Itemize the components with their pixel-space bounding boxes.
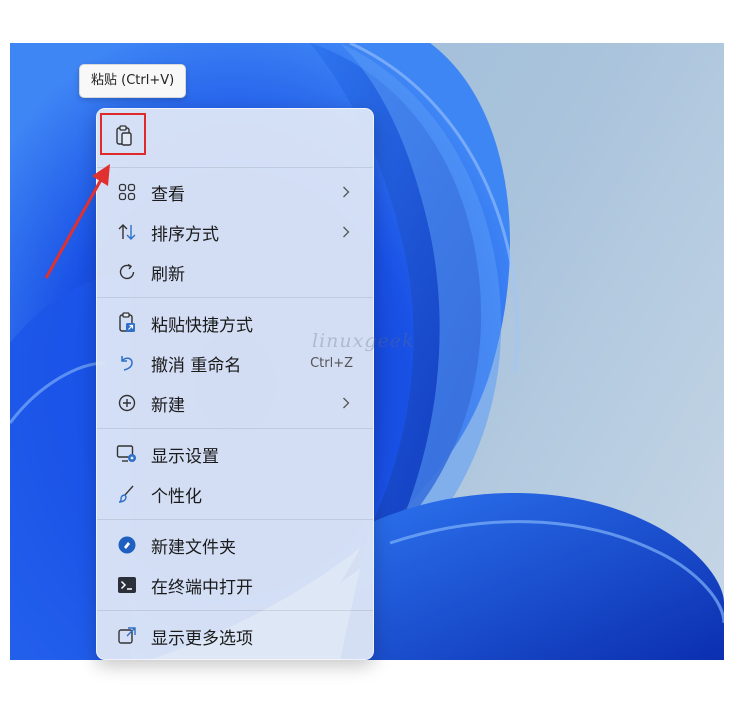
- menu-item-new-folder[interactable]: 新建文件夹: [103, 526, 367, 564]
- menu-item-label: 刷新: [151, 264, 185, 285]
- undo-icon: [121, 356, 133, 371]
- menu-item-view[interactable]: 查看: [103, 173, 367, 211]
- plus-circle-icon: [118, 394, 136, 412]
- brush-icon: [118, 485, 134, 503]
- menu-separator: [97, 167, 373, 168]
- menu-item-label: 在终端中打开: [151, 577, 253, 598]
- context-menu: 查看 排序方式 刷新 粘贴快捷方式 撤消 重命名 Ctrl+Z 新建 显示设置 …: [96, 108, 374, 660]
- grid-icon: [118, 183, 136, 201]
- menu-item-refresh[interactable]: 刷新: [103, 253, 367, 291]
- menu-separator: [97, 610, 373, 611]
- chevron-right-icon: [343, 186, 350, 198]
- sort-arrows-icon: [118, 224, 136, 240]
- paste-shortcut-icon: [119, 312, 135, 332]
- terminal-icon: [118, 577, 136, 593]
- menu-item-label: 撤消 重命名: [151, 355, 242, 376]
- menu-item-label: 排序方式: [151, 224, 219, 245]
- menu-separator: [97, 297, 373, 298]
- watermark-text: linuxgeek: [312, 330, 415, 352]
- new-folder-icon: [118, 536, 136, 554]
- menu-item-sort-by[interactable]: 排序方式: [103, 213, 367, 251]
- menu-item-label: 显示更多选项: [151, 628, 253, 649]
- menu-item-label: 查看: [151, 184, 185, 205]
- more-options-icon: [118, 627, 136, 644]
- menu-separator: [97, 519, 373, 520]
- menu-item-display-settings[interactable]: 显示设置: [103, 435, 367, 473]
- chevron-right-icon: [343, 397, 350, 409]
- menu-item-open-in-terminal[interactable]: 在终端中打开: [103, 566, 367, 604]
- paste-tooltip: 粘贴 (Ctrl+V): [79, 64, 187, 98]
- menu-item-label: 个性化: [151, 486, 202, 507]
- menu-item-label: 显示设置: [151, 446, 219, 467]
- refresh-icon: [119, 263, 135, 280]
- menu-separator: [97, 428, 373, 429]
- paste-quick-button[interactable]: [105, 117, 143, 155]
- quick-actions-bar: [97, 109, 373, 167]
- shortcut-text: Ctrl+Z: [310, 355, 353, 371]
- menu-item-label: 新建: [151, 395, 185, 416]
- menu-item-new[interactable]: 新建: [103, 384, 367, 422]
- clipboard-icon: [116, 125, 132, 146]
- menu-item-personalize[interactable]: 个性化: [103, 475, 367, 513]
- menu-item-label: 新建文件夹: [151, 537, 236, 558]
- chevron-right-icon: [343, 226, 350, 238]
- menu-item-show-more-options[interactable]: 显示更多选项: [103, 617, 367, 655]
- display-settings-icon: [116, 445, 136, 462]
